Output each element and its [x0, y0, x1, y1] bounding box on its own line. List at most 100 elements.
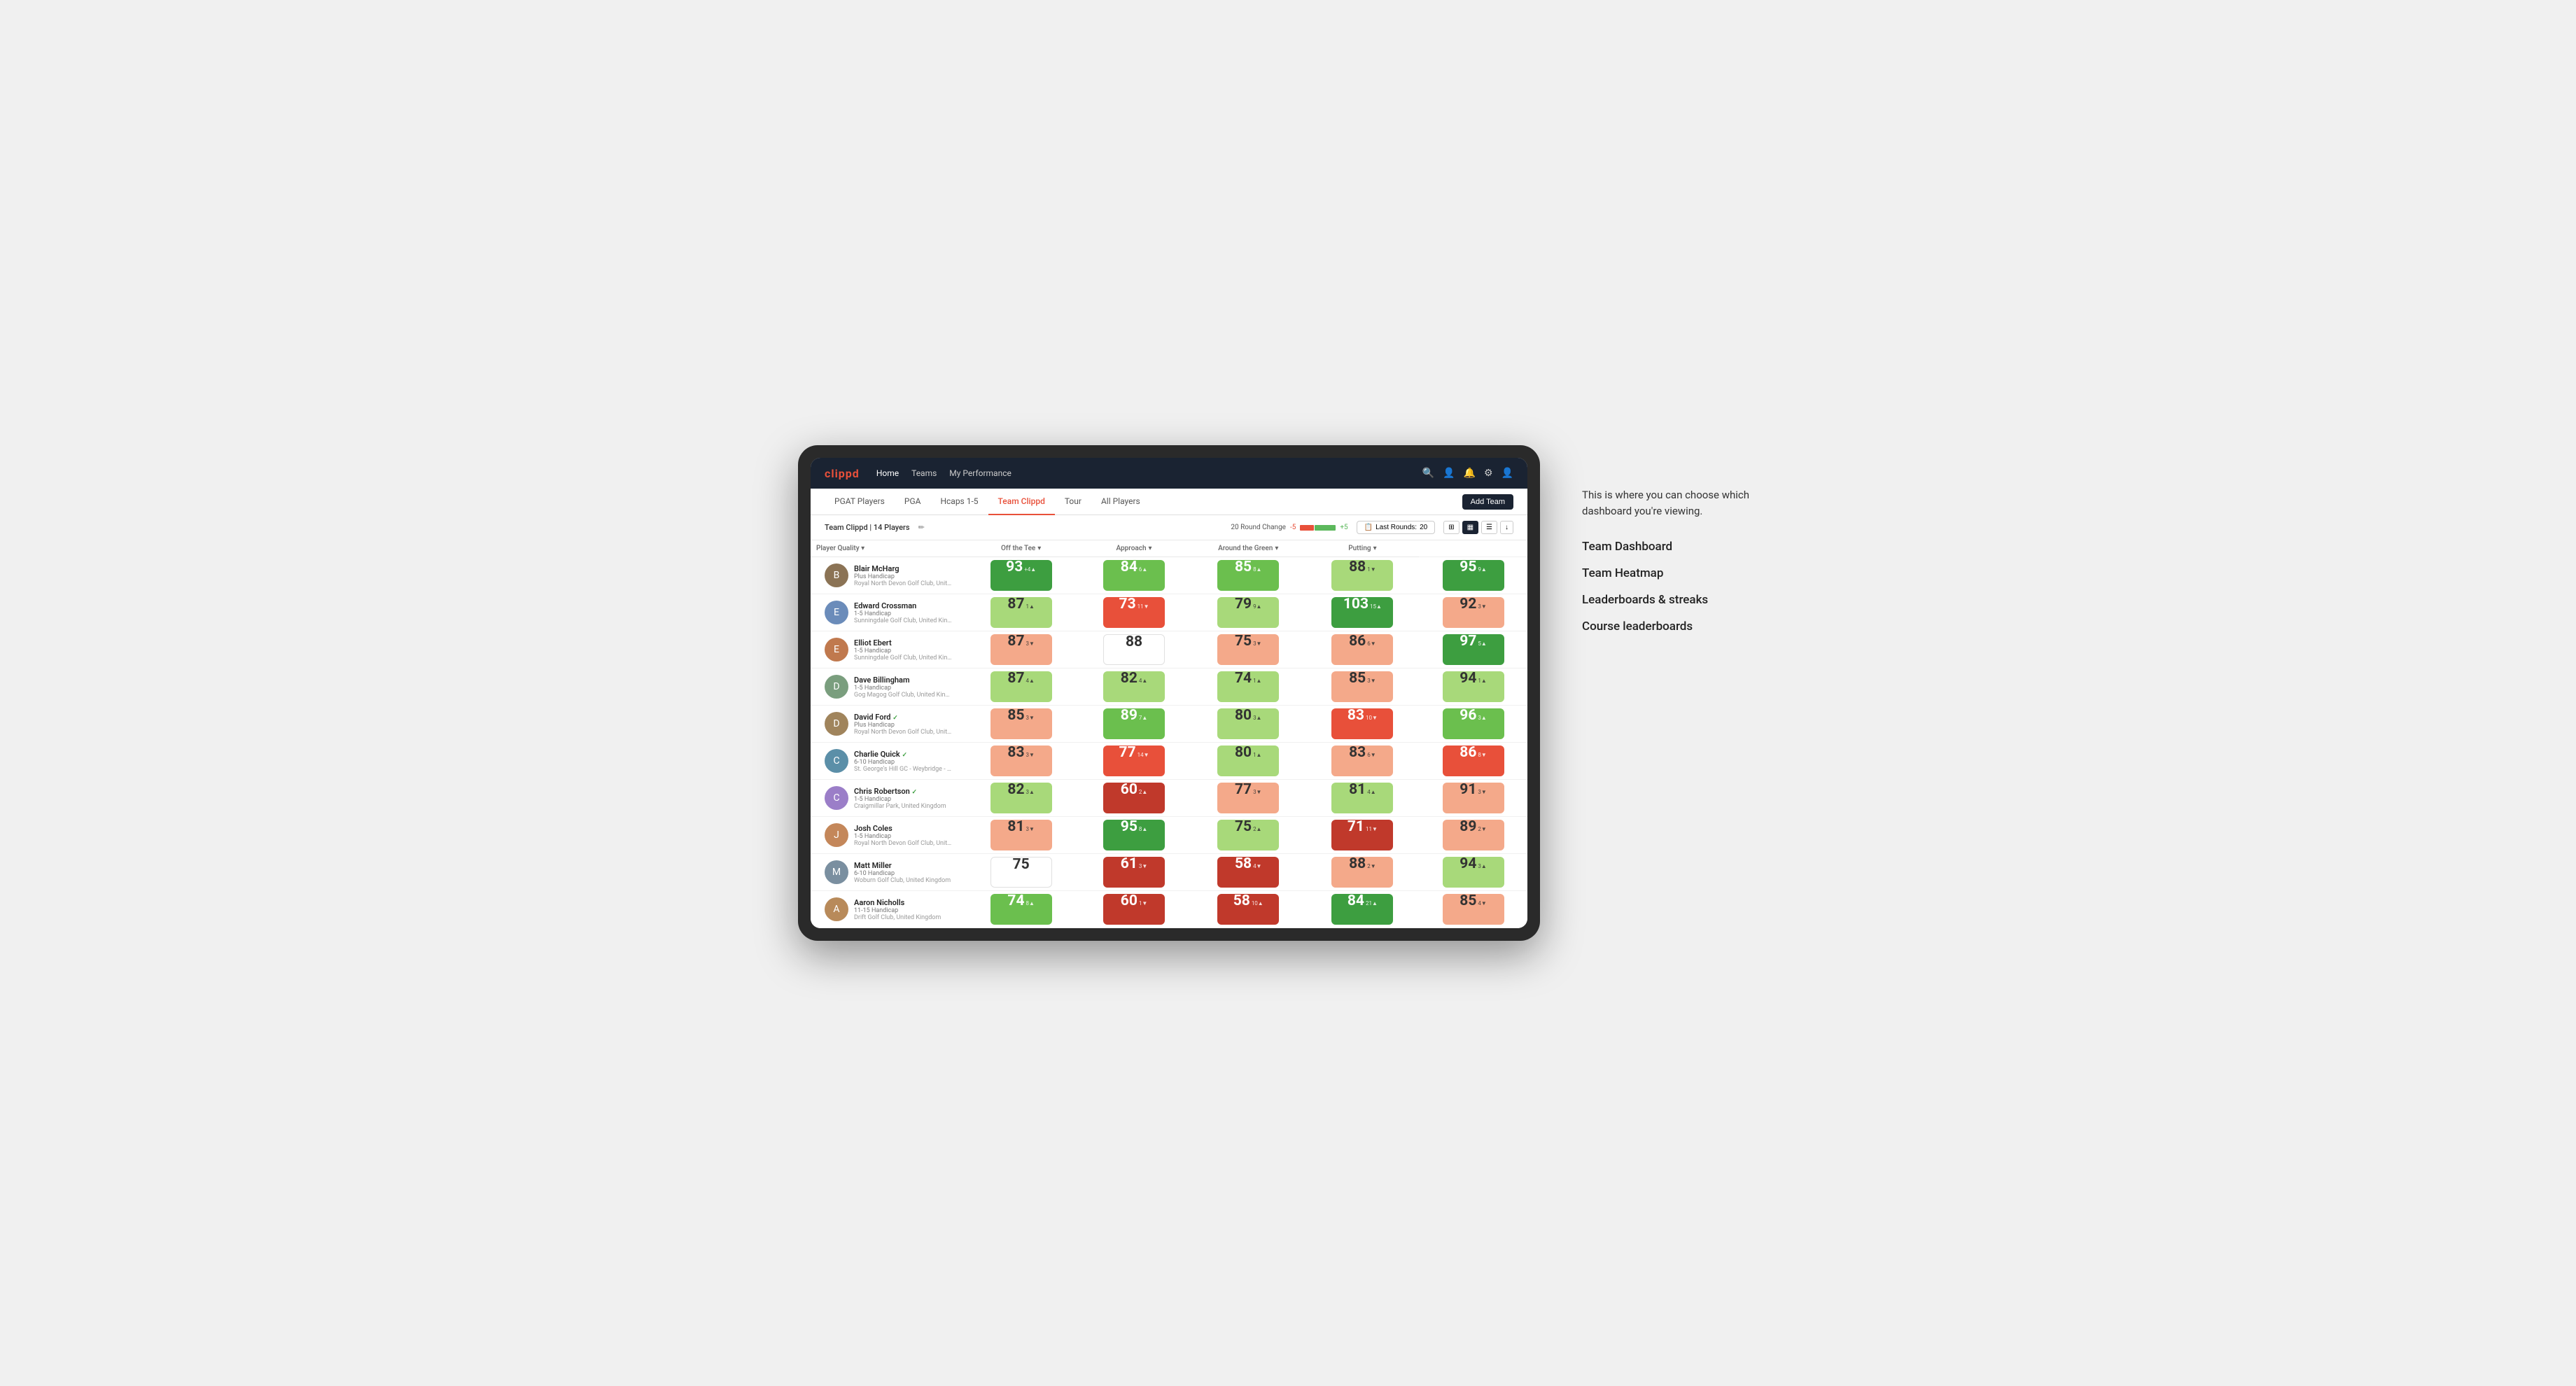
score-player_quality-3: 87 4▲ [965, 668, 1077, 706]
th-putting: Putting ▾ [1306, 540, 1419, 557]
th-player: Player Quality ▾ [811, 540, 965, 557]
score-around_green-6: 81 4▲ [1306, 780, 1419, 817]
score-approach-3: 74 1▲ [1191, 668, 1306, 706]
avatar-icon[interactable]: 👤 [1502, 468, 1513, 479]
score-off_tee-6: 60 2▲ [1077, 780, 1190, 817]
profile-icon[interactable]: 👤 [1443, 468, 1455, 479]
round-change: 20 Round Change -5 +5 [1231, 524, 1348, 531]
th-off-tee: Off the Tee ▾ [965, 540, 1077, 557]
score-off_tee-3: 82 4▲ [1077, 668, 1190, 706]
table-row: C Chris Robertson ✓ 1-5 Handicap Craigmi… [811, 780, 1527, 817]
app-logo: clippd [825, 467, 860, 480]
sub-header: Team Clippd | 14 Players ✏ 20 Round Chan… [811, 515, 1527, 540]
view-list-button[interactable]: ☰ [1481, 521, 1497, 534]
nav-link-teams[interactable]: Teams [911, 468, 937, 478]
tab-pgat[interactable]: PGAT Players [825, 489, 895, 515]
annotations-panel: This is where you can choose which dashb… [1582, 445, 1778, 634]
option-team-dashboard[interactable]: Team Dashboard [1582, 540, 1778, 554]
view-icons: ⊞ ▦ ☰ ↓ [1443, 521, 1513, 534]
tab-team-clippd[interactable]: Team Clippd [988, 489, 1055, 515]
table-row: B Blair McHarg Plus Handicap Royal North… [811, 557, 1527, 594]
player-cell-5[interactable]: C Charlie Quick ✓ 6-10 Handicap St. Geor… [811, 743, 965, 780]
score-putting-0: 95 9▲ [1419, 557, 1527, 594]
option-leaderboards[interactable]: Leaderboards & streaks [1582, 593, 1778, 607]
score-putting-6: 91 3▼ [1419, 780, 1527, 817]
view-download-button[interactable]: ↓ [1500, 521, 1513, 534]
score-player_quality-6: 82 3▲ [965, 780, 1077, 817]
team-name-label: Team Clippd | 14 Players [825, 523, 910, 532]
score-player_quality-2: 87 3▼ [965, 631, 1077, 668]
score-around_green-1: 103 15▲ [1306, 594, 1419, 631]
score-player_quality-5: 83 3▼ [965, 743, 1077, 780]
tab-all-players[interactable]: All Players [1091, 489, 1150, 515]
last-rounds-button[interactable]: 📋 Last Rounds: 20 [1357, 521, 1436, 534]
add-team-button[interactable]: Add Team [1462, 494, 1513, 510]
table-row: J Josh Coles 1-5 Handicap Royal North De… [811, 817, 1527, 854]
view-grid-button[interactable]: ⊞ [1443, 521, 1459, 534]
score-around_green-0: 88 1▼ [1306, 557, 1419, 594]
score-player_quality-9: 74 8▲ [965, 891, 1077, 928]
nav-links: Home Teams My Performance [876, 468, 1406, 478]
bar-red [1300, 525, 1314, 531]
tablet-screen: clippd Home Teams My Performance 🔍 👤 🔔 ⚙… [811, 458, 1527, 928]
table-row: E Elliot Ebert 1-5 Handicap Sunningdale … [811, 631, 1527, 668]
search-icon[interactable]: 🔍 [1422, 468, 1434, 479]
score-approach-8: 58 4▼ [1191, 854, 1306, 891]
score-player_quality-4: 85 3▼ [965, 706, 1077, 743]
sub-header-right: 20 Round Change -5 +5 📋 Last Rounds: 20 [1231, 521, 1513, 534]
table-row: D Dave Billingham 1-5 Handicap Gog Magog… [811, 668, 1527, 706]
score-off_tee-0: 84 6▲ [1077, 557, 1190, 594]
score-around_green-3: 85 3▼ [1306, 668, 1419, 706]
score-around_green-8: 88 2▼ [1306, 854, 1419, 891]
change-bar [1300, 525, 1336, 531]
score-approach-2: 75 3▼ [1191, 631, 1306, 668]
player-cell-6[interactable]: C Chris Robertson ✓ 1-5 Handicap Craigmi… [811, 780, 965, 817]
tab-tour[interactable]: Tour [1055, 489, 1091, 515]
player-cell-9[interactable]: A Aaron Nicholls 11-15 Handicap Drift Go… [811, 891, 965, 928]
score-approach-0: 85 8▲ [1191, 557, 1306, 594]
last-rounds-icon: 📋 [1364, 524, 1373, 531]
score-off_tee-5: 77 14▼ [1077, 743, 1190, 780]
score-player_quality-1: 87 1▲ [965, 594, 1077, 631]
annotation-text: This is where you can choose which dashb… [1582, 487, 1778, 519]
tablet-frame: clippd Home Teams My Performance 🔍 👤 🔔 ⚙… [798, 445, 1540, 941]
score-approach-4: 80 3▲ [1191, 706, 1306, 743]
settings-icon[interactable]: ⚙ [1484, 468, 1493, 479]
player-cell-0[interactable]: B Blair McHarg Plus Handicap Royal North… [811, 557, 965, 594]
bell-icon[interactable]: 🔔 [1464, 468, 1476, 479]
tab-bar: PGAT Players PGA Hcaps 1-5 Team Clippd T… [811, 489, 1527, 515]
tab-pga[interactable]: PGA [895, 489, 931, 515]
tab-bar-right: Add Team [1462, 493, 1513, 510]
score-off_tee-8: 61 3▼ [1077, 854, 1190, 891]
view-heatmap-button[interactable]: ▦ [1462, 521, 1478, 534]
score-approach-6: 77 3▼ [1191, 780, 1306, 817]
score-approach-1: 79 9▲ [1191, 594, 1306, 631]
score-around_green-5: 83 6▼ [1306, 743, 1419, 780]
table-container: Player Quality ▾ Off the Tee ▾ Approach … [811, 540, 1527, 928]
player-cell-7[interactable]: J Josh Coles 1-5 Handicap Royal North De… [811, 817, 965, 854]
player-cell-4[interactable]: D David Ford ✓ Plus Handicap Royal North… [811, 706, 965, 743]
option-course-leaderboards[interactable]: Course leaderboards [1582, 620, 1778, 634]
edit-icon[interactable]: ✏ [918, 523, 925, 532]
nav-link-home[interactable]: Home [876, 468, 899, 478]
tab-hcaps[interactable]: Hcaps 1-5 [930, 489, 988, 515]
table-header: Player Quality ▾ Off the Tee ▾ Approach … [811, 540, 1527, 557]
option-team-heatmap[interactable]: Team Heatmap [1582, 566, 1778, 580]
player-cell-1[interactable]: E Edward Crossman 1-5 Handicap Sunningda… [811, 594, 965, 631]
score-off_tee-9: 60 1▼ [1077, 891, 1190, 928]
score-player_quality-7: 81 3▼ [965, 817, 1077, 854]
player-cell-2[interactable]: E Elliot Ebert 1-5 Handicap Sunningdale … [811, 631, 965, 668]
score-putting-2: 97 5▲ [1419, 631, 1527, 668]
score-player_quality-8: 75 [965, 854, 1077, 891]
score-putting-8: 94 3▲ [1419, 854, 1527, 891]
score-off_tee-2: 88 [1077, 631, 1190, 668]
score-around_green-4: 83 10▼ [1306, 706, 1419, 743]
score-putting-7: 89 2▼ [1419, 817, 1527, 854]
player-cell-3[interactable]: D Dave Billingham 1-5 Handicap Gog Magog… [811, 668, 965, 706]
th-approach: Approach ▾ [1077, 540, 1190, 557]
table-row: C Charlie Quick ✓ 6-10 Handicap St. Geor… [811, 743, 1527, 780]
player-cell-8[interactable]: M Matt Miller 6-10 Handicap Woburn Golf … [811, 854, 965, 891]
nav-link-my-performance[interactable]: My Performance [949, 468, 1011, 478]
score-off_tee-7: 95 8▲ [1077, 817, 1190, 854]
nav-bar: clippd Home Teams My Performance 🔍 👤 🔔 ⚙… [811, 458, 1527, 489]
